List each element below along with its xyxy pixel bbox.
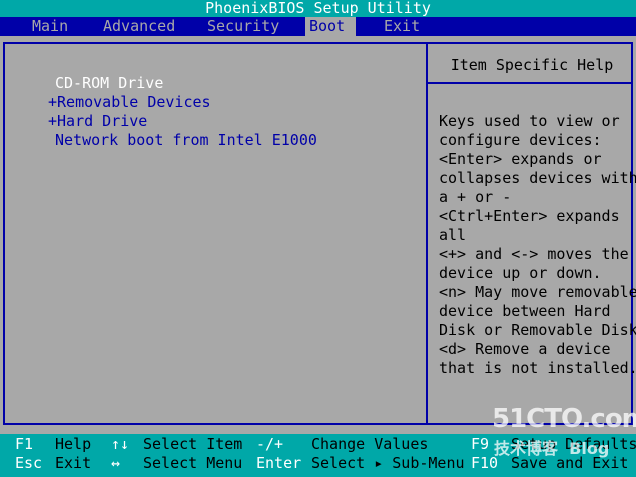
boot-item-network[interactable]: Network boot from Intel E1000 [55, 131, 317, 150]
help-line: collapses devices with [439, 169, 636, 187]
help-header-divider [426, 82, 633, 84]
esc-desc: Exit [55, 454, 92, 472]
help-line: a + or - [439, 188, 512, 206]
help-line: <Ctrl+Enter> expands [439, 207, 620, 225]
change-values-desc: Change Values [311, 435, 429, 453]
help-line: <Enter> expands or [439, 150, 602, 168]
menu-bar: Main Advanced Security Boot Exit [0, 17, 636, 36]
main-panel: CD-ROM Drive +Removable Devices +Hard Dr… [0, 36, 636, 426]
select-submenu-desc: Select ▸ Sub-Menu [311, 454, 465, 472]
frame-bottom [3, 423, 633, 425]
help-title: Item Specific Help [450, 56, 614, 74]
f10-desc: Save and Exit [511, 454, 629, 472]
help-line: <d> Remove a device [439, 340, 611, 358]
f1-desc: Help [55, 435, 92, 453]
help-line: that is not installed. [439, 359, 636, 377]
boot-item-removable[interactable]: +Removable Devices [48, 93, 211, 112]
window-title: PhoenixBIOS Setup Utility [0, 0, 636, 17]
help-line: device up or down. [439, 264, 602, 282]
frame-divider [426, 42, 428, 425]
left-right-arrows-icon: ↔ [111, 454, 121, 472]
boot-item-hard-drive[interactable]: +Hard Drive [48, 112, 147, 131]
plus-minus-key[interactable]: -/+ [256, 435, 283, 454]
help-line: <+> and <-> moves the [439, 245, 629, 263]
help-line: all [439, 226, 467, 244]
help-line: Disk or Removable Disk [439, 321, 636, 339]
f10-key[interactable]: F10 [471, 454, 498, 473]
key-legend-bar: F1 Help ↑↓ Select Item -/+ Change Values… [0, 434, 636, 477]
help-line: <n> May move removable [439, 283, 636, 301]
help-line: device between Hard [439, 302, 611, 320]
tab-exit[interactable]: Exit [380, 17, 424, 36]
up-down-arrows-icon: ↑↓ [111, 435, 130, 453]
tab-boot[interactable]: Boot [305, 17, 356, 36]
f1-key[interactable]: F1 [15, 435, 33, 454]
help-line: Keys used to view or [439, 112, 620, 130]
enter-key[interactable]: Enter [256, 454, 301, 473]
tab-main[interactable]: Main [28, 17, 72, 36]
help-line: configure devices: [439, 131, 602, 149]
f9-desc: Setup Defaults [511, 435, 636, 453]
esc-key[interactable]: Esc [15, 454, 42, 473]
boot-item-cdrom[interactable]: CD-ROM Drive [55, 74, 163, 93]
select-item-desc: Select Item [143, 435, 243, 453]
bios-screen: PhoenixBIOS Setup Utility Main Advanced … [0, 0, 636, 477]
frame-top [3, 42, 633, 44]
tab-advanced[interactable]: Advanced [99, 17, 179, 36]
select-menu-desc: Select Menu [143, 454, 243, 472]
tab-security[interactable]: Security [203, 17, 283, 36]
frame-left [3, 42, 5, 425]
f9-key[interactable]: F9 [471, 435, 489, 454]
